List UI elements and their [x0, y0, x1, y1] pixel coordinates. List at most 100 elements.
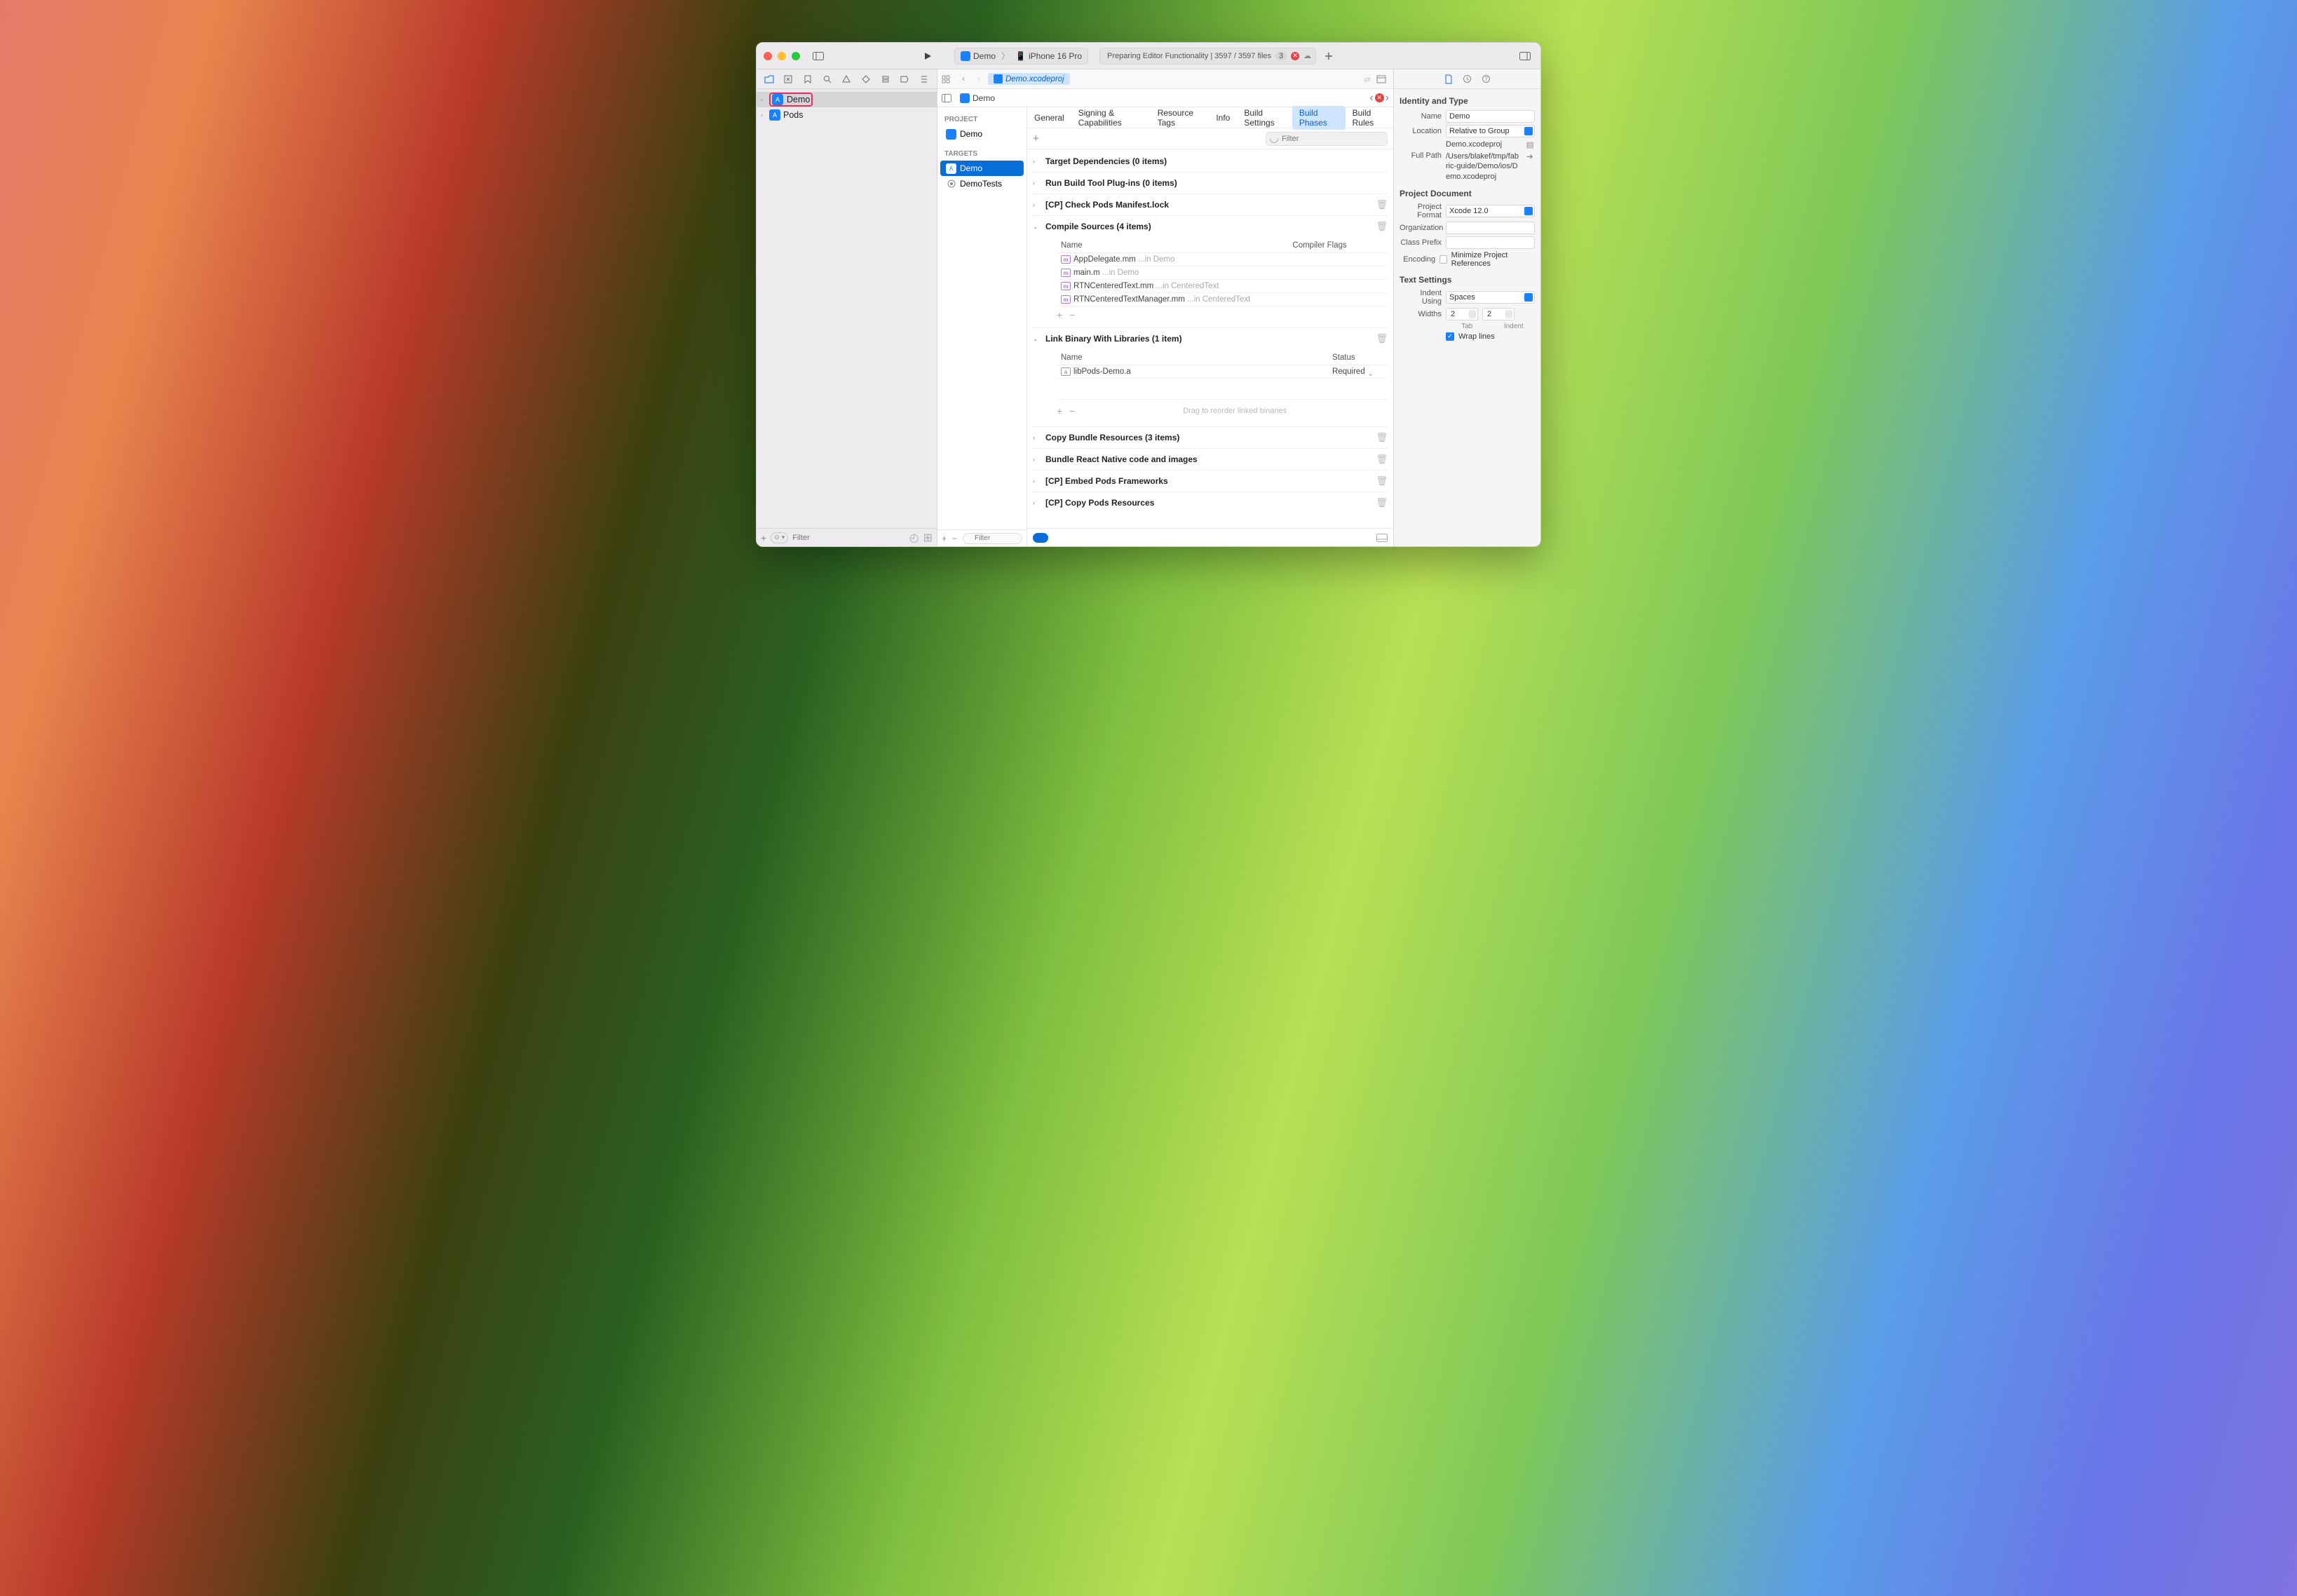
source-control-navigator-tab[interactable] — [782, 73, 794, 86]
table-row[interactable]: alibPods-Demo.a Required — [1057, 365, 1388, 379]
chevron-right-icon[interactable]: › — [1033, 478, 1040, 485]
phase-header[interactable]: › Run Build Tool Plug-ins (0 items) — [1033, 173, 1388, 194]
trash-icon[interactable]: 🗑 — [1376, 199, 1388, 210]
phase-header[interactable]: ⌄ Compile Sources (4 items) 🗑 — [1033, 216, 1388, 237]
error-indicator-icon[interactable]: ✕ — [1291, 52, 1299, 60]
tab-build-settings[interactable]: Build Settings — [1237, 106, 1292, 130]
remove-source-button[interactable]: − — [1069, 309, 1075, 320]
activity-status[interactable]: Preparing Editor Functionality | 3597 / … — [1099, 48, 1316, 65]
phase-filter-input[interactable] — [1266, 132, 1388, 146]
tab-width-stepper[interactable]: 2 — [1446, 308, 1478, 320]
chevron-right-icon[interactable]: › — [1033, 434, 1040, 441]
next-tab-button[interactable]: › — [1385, 92, 1389, 104]
chevron-right-icon[interactable]: › — [1033, 180, 1040, 187]
issue-navigator-tab[interactable] — [840, 73, 853, 86]
table-row[interactable]: mRTNCenteredTextManager.mm ...in Centere… — [1057, 293, 1388, 306]
phase-header[interactable]: › [CP] Embed Pods Frameworks 🗑 — [1033, 471, 1388, 492]
tab-info[interactable]: Info — [1209, 111, 1237, 125]
trash-icon[interactable]: 🗑 — [1376, 475, 1388, 487]
trash-icon[interactable]: 🗑 — [1376, 497, 1388, 508]
target-item-demo[interactable]: A Demo — [940, 161, 1024, 176]
recent-filter-icon[interactable]: ◴ — [909, 531, 919, 545]
jump-bar-crumb[interactable]: Demo.xcodeproj — [988, 73, 1070, 85]
find-navigator-tab[interactable] — [821, 73, 834, 86]
target-item-demotests[interactable]: DemoTests — [940, 176, 1024, 191]
table-row[interactable]: mRTNCenteredText.mm ...in CenteredText — [1057, 280, 1388, 293]
add-phase-button[interactable]: + — [1033, 133, 1039, 144]
help-inspector-tab[interactable]: ? — [1482, 74, 1491, 83]
prev-tab-button[interactable]: ‹ — [1369, 92, 1373, 104]
chevron-right-icon[interactable]: › — [761, 96, 768, 103]
phase-header[interactable]: › [CP] Copy Pods Resources 🗑 — [1033, 492, 1388, 513]
table-row[interactable]: mAppDelegate.mm ...in Demo — [1057, 253, 1388, 266]
forward-button[interactable]: › — [973, 75, 985, 83]
add-source-button[interactable]: + — [1057, 309, 1062, 320]
library-status-select[interactable]: Required — [1332, 367, 1373, 376]
link-binary-table[interactable]: Name Status alibPods-Demo.a Required — [1057, 351, 1388, 379]
library-button[interactable] — [1517, 48, 1533, 64]
trash-icon[interactable]: 🗑 — [1376, 432, 1388, 443]
scm-filter-icon[interactable]: ⊞ — [923, 531, 933, 545]
test-navigator-tab[interactable] — [860, 73, 872, 86]
run-button[interactable] — [919, 48, 936, 64]
minimize-window-button[interactable] — [778, 52, 786, 60]
trash-icon[interactable]: 🗑 — [1376, 454, 1388, 465]
chevron-right-icon[interactable]: › — [1033, 201, 1040, 208]
tab-build-rules[interactable]: Build Rules — [1346, 106, 1393, 130]
report-navigator-tab[interactable] — [918, 73, 930, 86]
back-button[interactable]: ‹ — [957, 75, 970, 83]
zoom-window-button[interactable] — [792, 52, 800, 60]
remove-target-button[interactable]: − — [952, 534, 957, 543]
toggle-navigator-icon[interactable] — [810, 48, 827, 64]
debug-tag-icon[interactable] — [1033, 533, 1048, 543]
wrap-lines-checkbox[interactable]: ✓ — [1446, 332, 1454, 341]
bookmark-navigator-tab[interactable] — [801, 73, 814, 86]
chevron-right-icon[interactable]: › — [1033, 158, 1040, 165]
indent-width-stepper[interactable]: 2 — [1482, 308, 1515, 320]
dock-panel-icon[interactable] — [1376, 534, 1388, 542]
tab-resource-tags[interactable]: Resource Tags — [1151, 106, 1210, 130]
phase-header[interactable]: ⌄ Link Binary With Libraries (1 item) 🗑 — [1033, 328, 1388, 349]
trash-icon[interactable]: 🗑 — [1376, 221, 1388, 232]
remove-library-button[interactable]: − — [1069, 405, 1075, 417]
project-navigator-tab[interactable] — [763, 73, 775, 86]
class-prefix-field[interactable] — [1446, 236, 1535, 249]
chevron-down-icon[interactable]: ⌄ — [1033, 335, 1040, 343]
file-inspector-tab[interactable] — [1444, 74, 1453, 84]
error-badge-icon[interactable]: ✕ — [1375, 93, 1384, 102]
organization-field[interactable] — [1446, 222, 1535, 234]
chevron-down-icon[interactable]: ⌄ — [1033, 223, 1040, 231]
add-library-button[interactable]: + — [1057, 405, 1062, 417]
nav-item-demo[interactable]: › A Demo — [757, 92, 937, 107]
related-items-icon[interactable] — [942, 75, 954, 83]
project-navigator-tree[interactable]: › A Demo › A Pods — [757, 89, 937, 528]
history-inspector-tab[interactable] — [1463, 74, 1472, 83]
targets-filter-input[interactable] — [963, 533, 1022, 544]
nav-item-pods[interactable]: › A Pods — [757, 107, 937, 123]
compile-sources-table[interactable]: Name Compiler Flags mAppDelegate.mm ...i… — [1057, 238, 1388, 306]
project-item[interactable]: Demo — [940, 126, 1024, 142]
editor-tab-demo[interactable]: Demo — [954, 91, 1001, 105]
project-format-select[interactable]: Xcode 12.0 — [1446, 205, 1535, 217]
location-select[interactable]: Relative to Group — [1446, 125, 1535, 137]
reveal-arrow-icon[interactable]: ➔ — [1525, 151, 1535, 161]
indent-using-select[interactable]: Spaces — [1446, 291, 1535, 304]
close-window-button[interactable] — [764, 52, 772, 60]
minimize-checkbox[interactable] — [1439, 255, 1447, 264]
name-field[interactable]: Demo — [1446, 110, 1535, 123]
tab-signing[interactable]: Signing & Capabilities — [1071, 106, 1151, 130]
navigator-filter-input[interactable] — [792, 534, 904, 542]
debug-navigator-tab[interactable] — [879, 73, 892, 86]
add-button[interactable] — [1320, 48, 1337, 64]
editor-options-icon[interactable] — [1376, 75, 1389, 83]
chevron-right-icon[interactable]: › — [1033, 456, 1040, 463]
tab-general[interactable]: General — [1027, 111, 1071, 125]
table-row[interactable]: mmain.m ...in Demo — [1057, 266, 1388, 280]
chevron-right-icon[interactable]: › — [761, 111, 768, 119]
editor-swap-icon[interactable]: ⇄ — [1361, 74, 1374, 84]
add-file-button[interactable]: + — [761, 532, 766, 543]
phase-header[interactable]: › Bundle React Native code and images 🗑 — [1033, 449, 1388, 470]
tab-build-phases[interactable]: Build Phases — [1292, 106, 1346, 130]
toggle-targets-button[interactable] — [942, 94, 951, 102]
scheme-selector[interactable]: Demo 〉 📱iPhone 16 Pro — [954, 48, 1088, 65]
